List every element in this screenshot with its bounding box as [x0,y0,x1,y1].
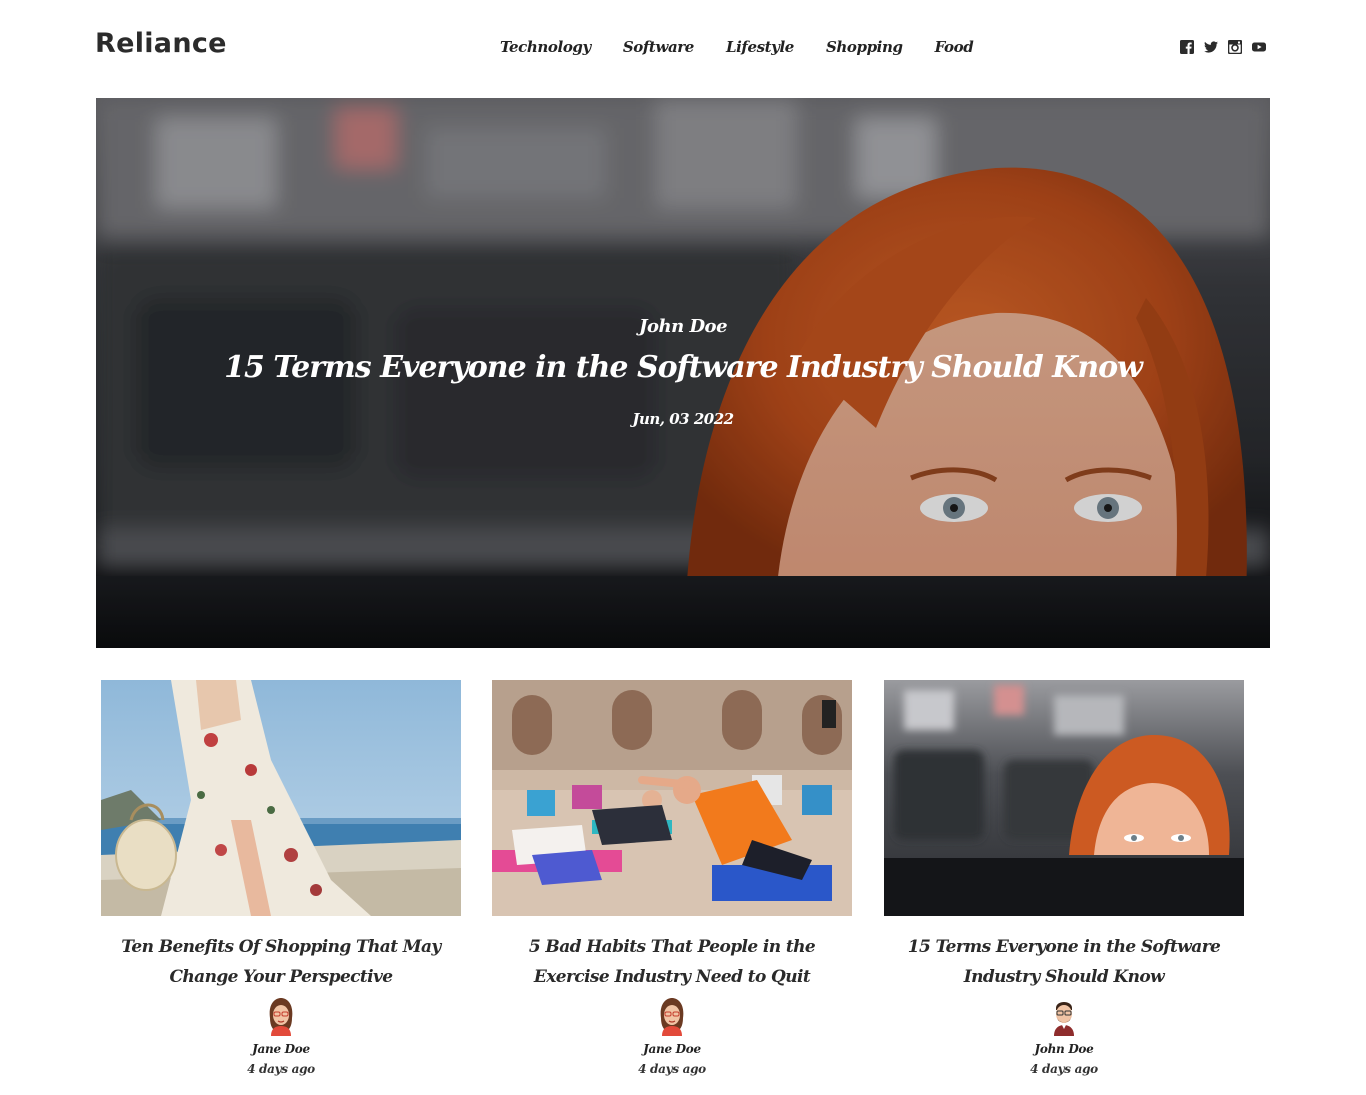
facebook-icon[interactable] [1180,40,1194,54]
post-time: 4 days ago [247,1062,315,1076]
post-title[interactable]: 15 Terms Everyone in the Software Indust… [899,932,1229,992]
post-thumbnail[interactable] [884,680,1244,916]
hero-date: Jun, 03 2022 [632,410,734,428]
male-avatar-icon [1054,1002,1074,1036]
post-card[interactable]: Ten Benefits Of Shopping That May Change… [101,680,461,1076]
post-thumbnail[interactable] [492,680,852,916]
floral-dress-seaside-photo [101,680,461,916]
hero-author[interactable]: John Doe [96,316,1270,337]
female-avatar-icon [269,998,293,1036]
post-time: 4 days ago [638,1062,706,1076]
site-header: Reliance Technology Software Lifestyle S… [0,0,1366,98]
nav-item-technology[interactable]: Technology [500,38,591,56]
post-card[interactable]: 15 Terms Everyone in the Software Indust… [884,680,1244,1076]
hero-banner[interactable]: John Doe 15 Terms Everyone in the Softwa… [96,98,1270,648]
hero-title[interactable]: 15 Terms Everyone in the Software Indust… [96,350,1270,385]
hero-caption: John Doe 15 Terms Everyone in the Softwa… [96,98,1270,648]
post-title[interactable]: 5 Bad Habits That People in the Exercise… [507,932,837,992]
post-time: 4 days ago [1030,1062,1098,1076]
woman-red-hair-office-photo [884,680,1244,916]
social-links [1180,40,1266,54]
post-author[interactable]: Jane Doe [101,1042,461,1056]
youtube-icon[interactable] [1252,40,1266,54]
post-thumbnail[interactable] [101,680,461,916]
main-nav: Technology Software Lifestyle Shopping F… [500,38,974,56]
site-logo[interactable]: Reliance [95,28,227,59]
yoga-class-photo [492,680,852,916]
post-author[interactable]: John Doe [884,1042,1244,1056]
nav-item-shopping[interactable]: Shopping [826,38,903,56]
post-author[interactable]: Jane Doe [492,1042,852,1056]
nav-item-food[interactable]: Food [935,38,974,56]
female-avatar-icon [660,998,684,1036]
post-title[interactable]: Ten Benefits Of Shopping That May Change… [116,932,446,992]
nav-item-lifestyle[interactable]: Lifestyle [726,38,794,56]
instagram-icon[interactable] [1228,40,1242,54]
post-card[interactable]: 5 Bad Habits That People in the Exercise… [492,680,852,1076]
nav-item-software[interactable]: Software [623,38,695,56]
twitter-icon[interactable] [1204,40,1218,54]
